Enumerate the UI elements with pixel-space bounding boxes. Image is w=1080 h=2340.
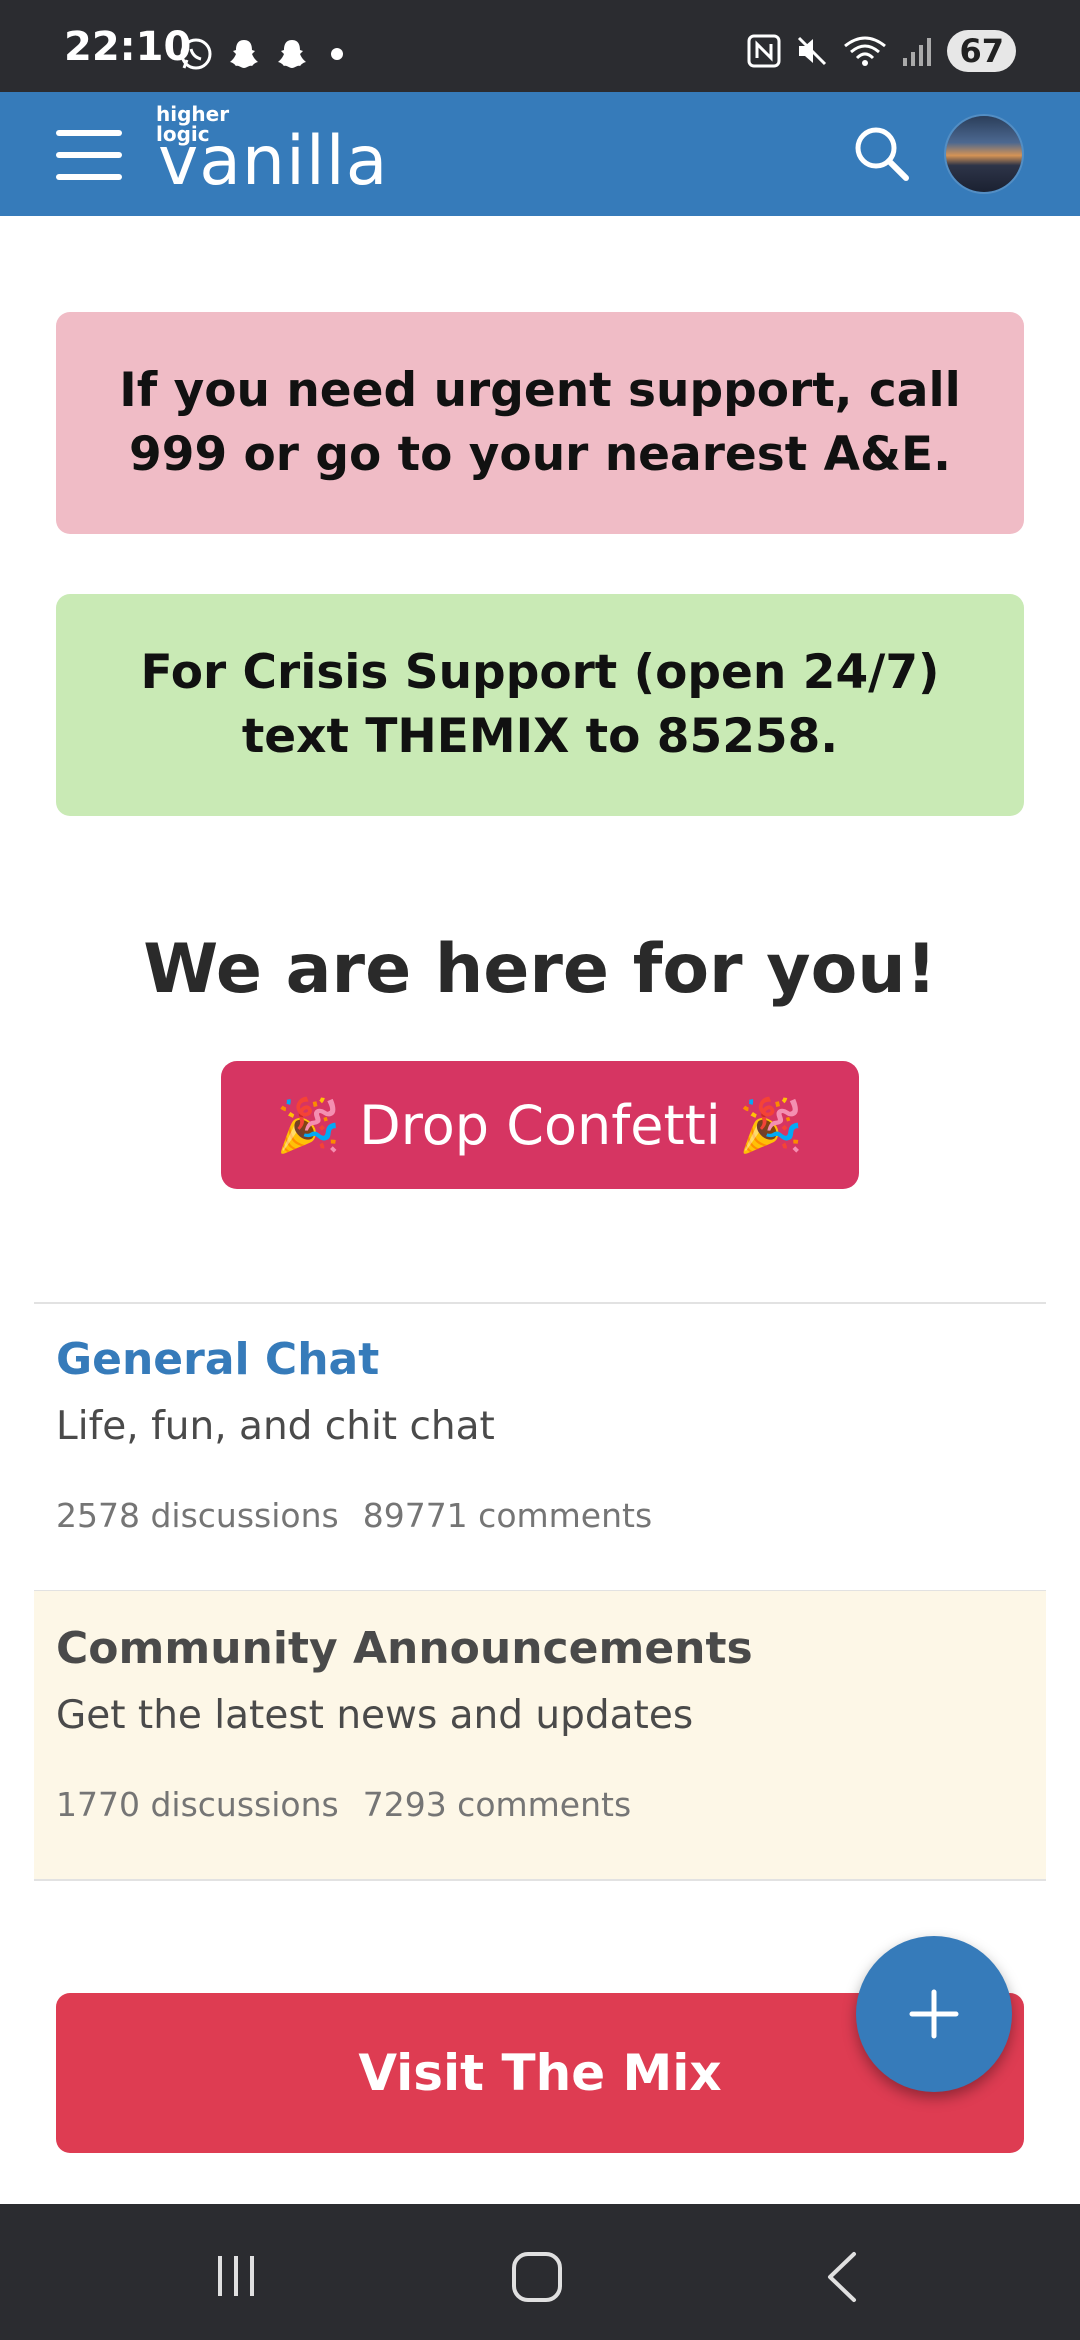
visit-button-label: Visit The Mix — [358, 2044, 722, 2102]
category-title[interactable]: Community Announcements — [56, 1623, 753, 1674]
divider — [34, 1879, 1046, 1881]
plus-icon — [909, 1989, 959, 2039]
status-time: 22:10 — [64, 24, 192, 70]
wifi-icon — [844, 36, 887, 66]
category-general-chat[interactable]: General Chat Life, fun, and chit chat 25… — [34, 1304, 1046, 1590]
category-title[interactable]: General Chat — [56, 1334, 379, 1385]
system-nav-bar — [0, 2204, 1080, 2340]
status-bar: 22:10 67 — [0, 0, 1080, 92]
logo-wordmark[interactable]: vanilla — [158, 122, 388, 201]
discussion-count: 2578 discussions — [56, 1496, 339, 1535]
home-icon[interactable] — [510, 2250, 564, 2304]
crisis-support-text: For Crisis Support (open 24/7) text THEM… — [140, 645, 940, 764]
party-popper-icon: 🎉 — [276, 1095, 342, 1156]
urgent-support-banner: If you need urgent support, call 999 or … — [56, 312, 1024, 534]
app-header: higher logic vanilla — [0, 92, 1080, 216]
crisis-support-banner: For Crisis Support (open 24/7) text THEM… — [56, 594, 1024, 816]
back-icon[interactable] — [822, 2250, 862, 2304]
signal-icon — [903, 38, 932, 66]
mute-icon — [798, 36, 827, 66]
hero-title: We are here for you! — [143, 930, 937, 1009]
battery-level: 67 — [947, 30, 1016, 72]
party-popper-icon: 🎉 — [738, 1095, 804, 1156]
comment-count: 89771 comments — [362, 1496, 653, 1535]
category-description: Get the latest news and updates — [56, 1693, 694, 1738]
search-icon[interactable] — [852, 124, 912, 184]
category-description: Life, fun, and chit chat — [56, 1404, 495, 1449]
urgent-support-text: If you need urgent support, call 999 or … — [119, 363, 961, 482]
comment-count: 7293 comments — [362, 1785, 632, 1824]
snapchat-icon — [230, 40, 258, 68]
whatsapp-icon — [180, 38, 212, 70]
snapchat-icon — [278, 40, 306, 68]
category-stats: 1770 discussions 7293 comments — [56, 1785, 631, 1824]
user-avatar[interactable] — [946, 116, 1022, 192]
hamburger-menu-icon[interactable] — [54, 126, 124, 184]
drop-confetti-button[interactable]: 🎉 Drop Confetti 🎉 — [221, 1061, 859, 1189]
system-icons: 67 — [747, 30, 1016, 72]
recents-icon[interactable] — [212, 2252, 260, 2300]
discussion-count: 1770 discussions — [56, 1785, 339, 1824]
notification-icons — [178, 36, 352, 72]
new-post-button[interactable] — [856, 1936, 1012, 2092]
confetti-button-label: Drop Confetti — [359, 1093, 721, 1157]
nfc-icon — [747, 34, 781, 68]
category-community-announcements[interactable]: Community Announcements Get the latest n… — [34, 1591, 1046, 1879]
category-stats: 2578 discussions 89771 comments — [56, 1496, 652, 1535]
dot-icon — [331, 48, 343, 60]
